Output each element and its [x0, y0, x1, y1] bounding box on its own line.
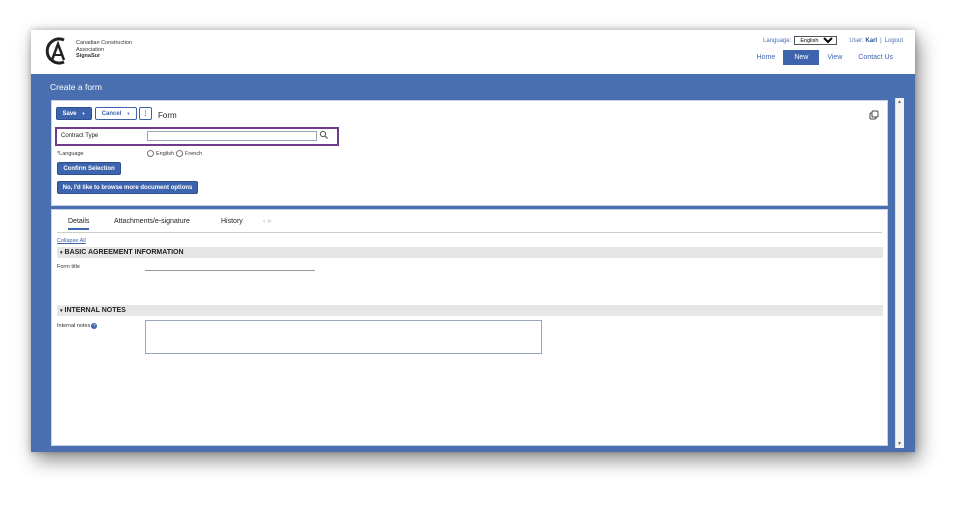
browse-more-options-button[interactable]: No, I'd like to browse more document opt…	[57, 181, 198, 194]
nav-view[interactable]: View	[819, 50, 850, 65]
language-radio-group: English French	[147, 150, 202, 157]
search-icon[interactable]	[319, 130, 329, 140]
header-separator: |	[880, 37, 882, 44]
save-dropdown-chevron-icon: ▼	[81, 111, 86, 116]
save-button[interactable]: Save ▼	[56, 107, 92, 120]
nav-new[interactable]: New	[783, 50, 820, 65]
tab-details[interactable]: Details	[68, 218, 90, 230]
internal-notes-label: Internal notes?	[57, 323, 98, 329]
org-name: Canadian Construction Association SignaS…	[76, 40, 132, 60]
confirm-selection-button[interactable]: Confirm Selection	[57, 162, 121, 175]
section-basic-agreement[interactable]: ▾ BASIC AGREEMENT INFORMATION	[57, 247, 883, 258]
scroll-up-icon[interactable]: ▲	[897, 99, 902, 105]
header-utility-bar: Language: English User: Karl | Logout	[763, 36, 903, 45]
radio-french[interactable]	[176, 150, 184, 157]
user-name: Karl	[865, 37, 878, 44]
section-basic-title: BASIC AGREEMENT INFORMATION	[64, 249, 184, 256]
user-label: User:	[849, 37, 864, 44]
page-title: Create a form	[50, 82, 102, 92]
browser-window: Canadian Construction Association SignaS…	[31, 30, 915, 452]
form-title-input[interactable]	[145, 270, 315, 271]
cancel-button[interactable]: Cancel ▼	[95, 107, 137, 120]
form-heading: Form	[158, 111, 177, 120]
user-info: User: Karl	[849, 38, 877, 44]
internal-notes-textarea[interactable]	[145, 320, 542, 354]
nav-home[interactable]: Home	[749, 50, 784, 65]
collapse-all-link[interactable]: Collapse All	[57, 238, 86, 244]
language-select[interactable]: English	[794, 36, 838, 45]
scrollbar[interactable]: ▲ ▼	[895, 98, 904, 448]
radio-english-label: English	[156, 150, 175, 157]
cancel-dropdown-chevron-icon: ▼	[126, 111, 131, 116]
section-internal-notes[interactable]: ▾ INTERNAL NOTES	[57, 305, 883, 316]
kebab-menu-icon: ⋮	[142, 111, 149, 117]
contract-type-label: Contract Type	[61, 133, 99, 139]
main-nav: Home New View Contact Us	[749, 50, 901, 65]
form-title-label: Form title	[57, 264, 80, 270]
section-notes-title: INTERNAL NOTES	[64, 307, 126, 314]
chevron-down-icon: ▾	[60, 249, 63, 256]
app-header: Canadian Construction Association SignaS…	[31, 30, 915, 74]
help-icon[interactable]: ?	[91, 323, 98, 329]
tab-history[interactable]: History	[221, 218, 243, 228]
copy-icon[interactable]	[869, 110, 879, 120]
cca-logo-icon	[45, 37, 66, 65]
org-line-3: SignaSur	[76, 53, 101, 59]
tab-attachments[interactable]: Attachments/e-signature	[114, 218, 190, 228]
form-selection-panel: Save ▼ Cancel ▼ ⋮ Form Contract Type *La…	[51, 100, 888, 206]
more-options-button[interactable]: ⋮	[139, 107, 152, 120]
logout-link[interactable]: Logout	[885, 38, 903, 44]
tab-bar: Details Attachments/e-signature History …	[57, 218, 882, 233]
contract-type-input[interactable]	[147, 131, 317, 141]
radio-french-label: French	[185, 150, 203, 157]
form-details-panel: Details Attachments/e-signature History …	[51, 209, 888, 446]
nav-contact-us[interactable]: Contact Us	[850, 50, 901, 65]
cancel-button-label: Cancel	[101, 110, 122, 117]
scroll-down-icon[interactable]: ▼	[897, 441, 902, 447]
content-area: Create a form Save ▼ Cancel ▼ ⋮ Form Con…	[31, 74, 915, 452]
language-field-label: *Language	[57, 151, 84, 157]
chevron-down-icon: ▾	[60, 307, 63, 314]
language-label: Language:	[763, 37, 792, 44]
org-line-1: Canadian Construction	[76, 40, 132, 46]
tab-scroll-arrows-icon[interactable]: ‹ »	[263, 218, 271, 225]
contract-type-highlight: Contract Type	[55, 127, 339, 146]
save-button-label: Save	[62, 110, 77, 117]
radio-english[interactable]	[147, 150, 154, 157]
internal-notes-label-text: Internal notes	[57, 323, 91, 329]
